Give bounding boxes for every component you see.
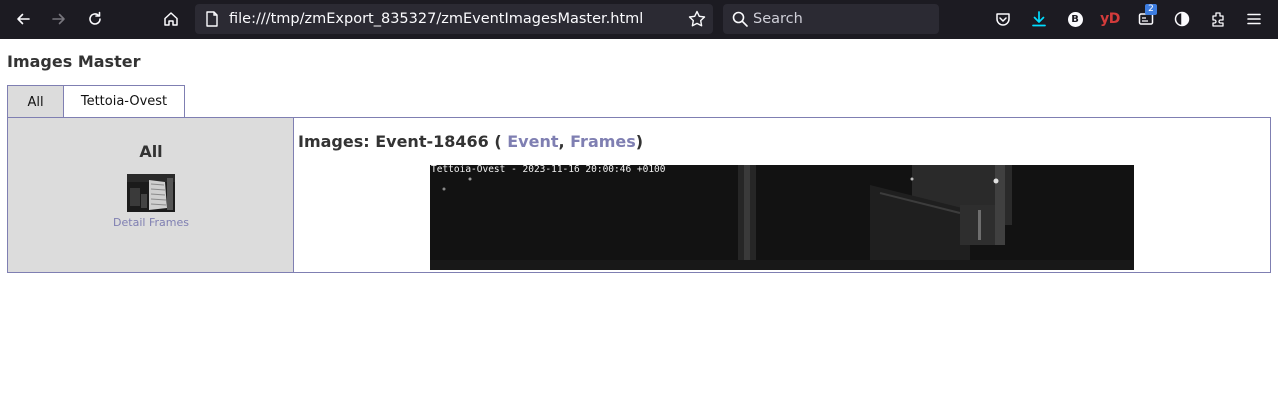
search-placeholder: Search <box>753 11 803 27</box>
pocket-icon[interactable] <box>992 8 1014 30</box>
extension-yd-icon[interactable]: yD <box>1099 8 1121 30</box>
extensions-icon[interactable] <box>1207 8 1229 30</box>
tab-panel: All Detail Frames Images: Event-18466 ( … <box>7 117 1271 273</box>
download-icon[interactable] <box>1028 8 1050 30</box>
container-extension-icon[interactable]: 2 <box>1135 4 1157 30</box>
heading-prefix: Images: Event-18466 ( <box>298 132 508 151</box>
search-bar[interactable]: Search <box>723 4 939 34</box>
reload-icon[interactable] <box>83 7 107 31</box>
browser-toolbar: file:///tmp/zmExport_835327/zmEventImage… <box>0 0 1278 39</box>
tab-tettoia-ovest-label: Tettoia-Ovest <box>80 94 168 109</box>
extension-b-icon[interactable]: B <box>1064 8 1086 30</box>
event-thumbnail[interactable] <box>127 174 175 212</box>
detail-frames-link[interactable]: Detail Frames <box>8 216 294 229</box>
forward-icon[interactable] <box>47 7 71 31</box>
images-heading: Images: Event-18466 ( Event, Frames) <box>298 132 643 151</box>
url-text[interactable]: file:///tmp/zmExport_835327/zmEventImage… <box>229 4 643 34</box>
privacy-extension-icon[interactable] <box>1171 8 1193 30</box>
tab-tettoia-ovest[interactable]: Tettoia-Ovest <box>63 85 185 118</box>
image-timestamp-overlay: Tettoia-Ovest - 2023-11-16 20:00:46 +010… <box>431 165 666 175</box>
page-title: Images Master <box>7 52 141 71</box>
sidebar: All Detail Frames <box>8 118 294 272</box>
menu-icon[interactable] <box>1243 8 1265 30</box>
heading-suffix: ) <box>635 132 644 151</box>
bookmark-star-icon[interactable] <box>687 9 707 29</box>
tab-all-label: All <box>27 94 44 110</box>
back-icon[interactable] <box>11 7 35 31</box>
extension-badge: 2 <box>1145 4 1157 15</box>
sidebar-title: All <box>139 142 163 161</box>
frames-link[interactable]: Frames <box>570 132 636 151</box>
tab-all[interactable]: All <box>7 85 64 118</box>
event-image[interactable]: Tettoia-Ovest - 2023-11-16 20:00:46 +010… <box>430 165 1134 270</box>
page-icon <box>206 11 218 27</box>
event-link[interactable]: Event <box>507 132 558 151</box>
home-icon[interactable] <box>159 7 183 31</box>
search-icon <box>732 11 748 27</box>
heading-separator: , <box>558 132 571 151</box>
url-bar[interactable]: file:///tmp/zmExport_835327/zmEventImage… <box>195 4 713 34</box>
